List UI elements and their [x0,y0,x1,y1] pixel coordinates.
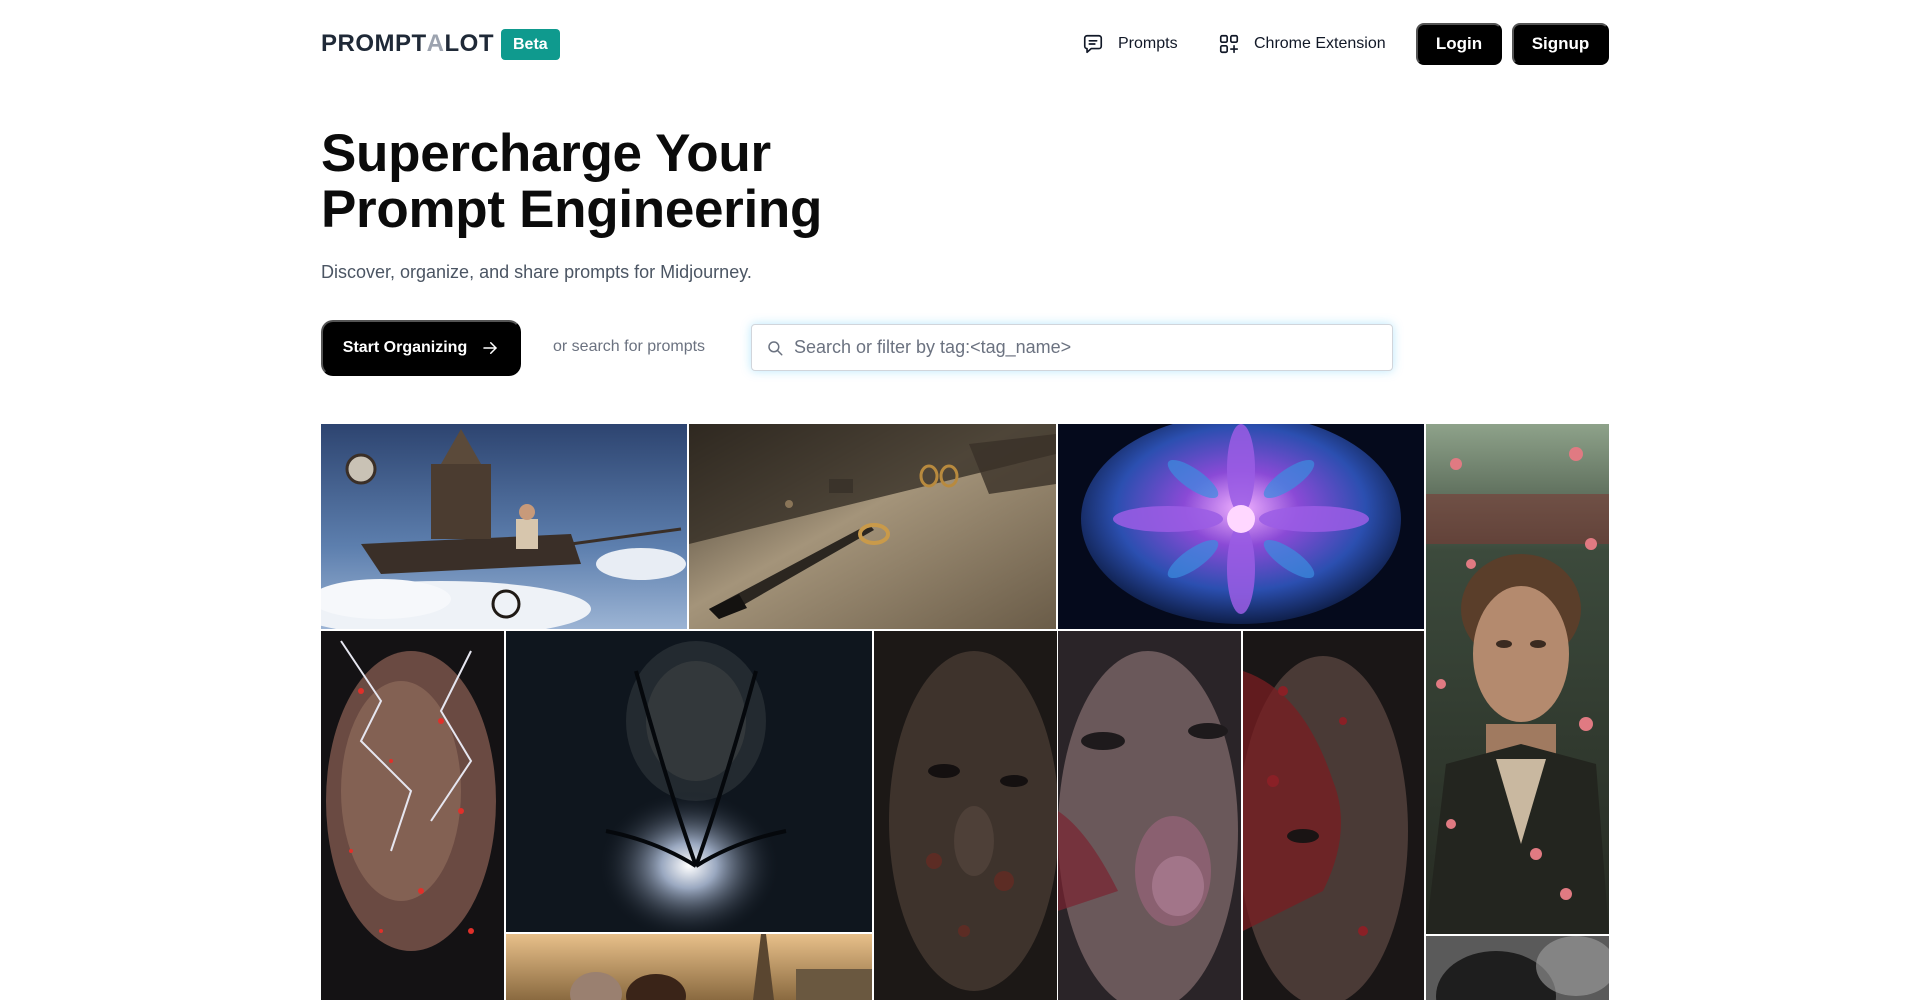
face-with-lightning-image [321,631,504,1000]
gallery-image-bloodied-face[interactable] [1058,631,1241,1000]
dark-figure-glowing-image [506,631,872,932]
nav-chrome-extension-link[interactable]: Chrome Extension [1218,30,1386,58]
message-square-icon [1083,34,1103,54]
or-search-text: or search for prompts [553,338,706,355]
top-navigation-bar: PROMPT A LOT Beta Prompts Chrome Extension… [0,0,1920,88]
man-with-petals-image [1426,424,1609,934]
gallery-image-dark-hair-portrait[interactable] [1426,936,1609,1000]
gallery-image-dark-figure-glowing[interactable] [506,631,872,932]
gallery-image-wounded-face[interactable] [1243,631,1424,1000]
logo-text-lot: LOT [444,30,495,57]
gallery-image-man-with-petals[interactable] [1426,424,1609,934]
gallery-image-eiffel-scene[interactable] [506,934,872,1000]
eiffel-scene-image [506,934,872,1000]
hero-title-line-1: Supercharge Your [321,124,771,183]
gallery-image-fractal-flower[interactable] [1058,424,1424,629]
search-input[interactable] [794,337,1374,358]
start-organizing-label: Start Organizing [342,339,468,356]
fractal-flower-image [1058,424,1424,629]
nav-prompts-label: Prompts [1118,35,1178,52]
hero-subtitle: Discover, organize, and share prompts fo… [321,262,752,282]
dark-face-closeup-image [874,631,1057,1000]
gallery-image-dark-face-closeup[interactable] [874,631,1057,1000]
logo-text-a: A [426,30,445,57]
gallery-image-dagger-and-rings[interactable] [689,424,1056,629]
start-organizing-button[interactable]: Start Organizing [321,320,521,376]
prompt-image-gallery [321,424,1609,1000]
search-container [751,324,1393,371]
wounded-face-image [1243,631,1424,1000]
logo-text-prompt: PROMPT [321,30,427,57]
steampunk-flying-machine-image [321,424,687,629]
bloodied-face-image [1058,631,1241,1000]
dagger-and-rings-image [689,424,1056,629]
login-button[interactable]: Login [1416,23,1502,65]
signup-button[interactable]: Signup [1512,23,1609,65]
search-icon [768,340,783,355]
beta-badge: Beta [501,29,560,60]
hero-title-line-2: Prompt Engineering [321,180,823,239]
gallery-image-steampunk-flying-machine[interactable] [321,424,687,629]
nav-chrome-extension-label: Chrome Extension [1254,35,1386,52]
hero-title: Supercharge Your Prompt Engineering [321,126,1021,238]
dark-hair-portrait-image [1426,936,1609,1000]
brand-logo[interactable]: PROMPT A LOT [321,30,494,58]
arrow-right-icon [483,342,497,354]
grid-plus-icon [1219,34,1239,54]
gallery-image-face-with-lightning[interactable] [321,631,504,1000]
nav-prompts-link[interactable]: Prompts [1082,30,1178,58]
